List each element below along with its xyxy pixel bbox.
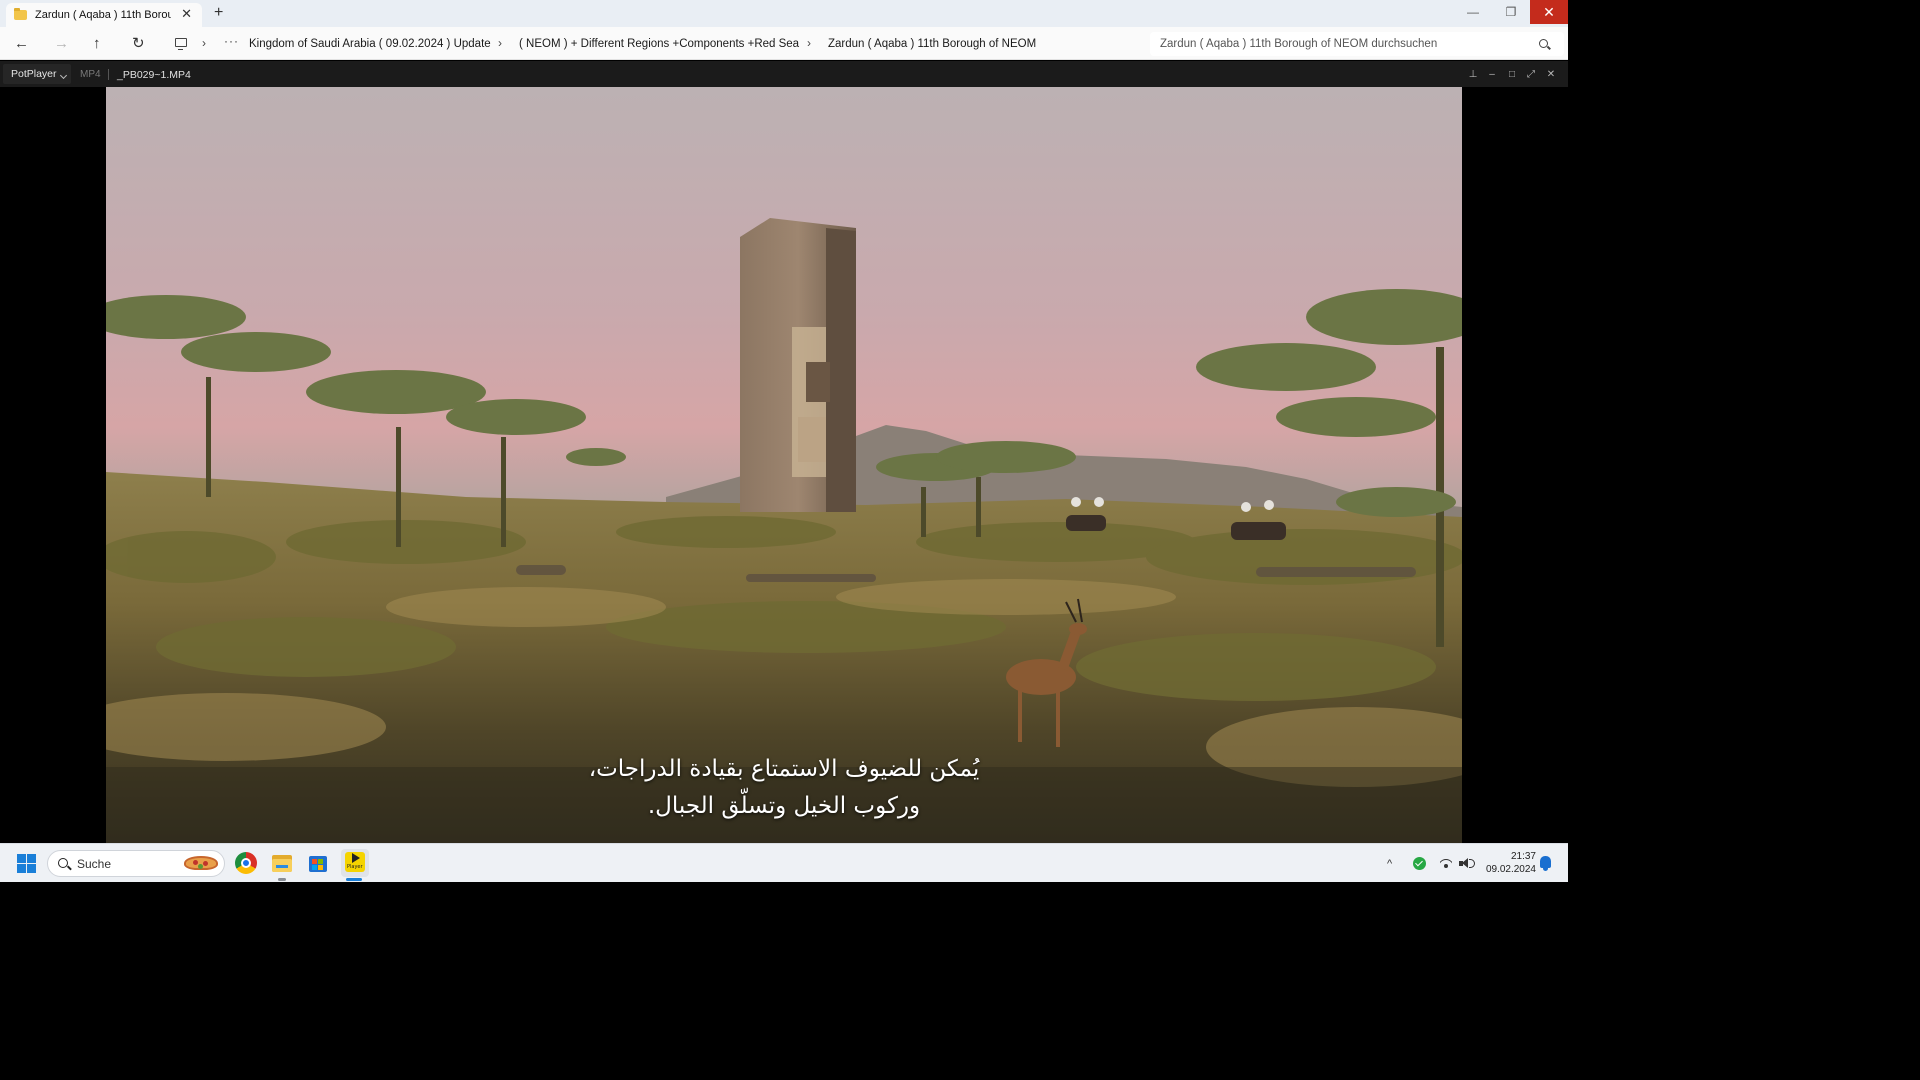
file-explorer-icon[interactable] (271, 852, 293, 874)
speaker-wave-icon (1469, 859, 1475, 868)
explorer-titlebar: Zardun ( Aqaba ) 11th Borough of NEOM ✕ … (0, 0, 1568, 27)
tab-title: Zardun ( Aqaba ) 11th Borough of NEOM (35, 9, 171, 21)
player-minimize-button[interactable]: – (1485, 67, 1499, 81)
running-indicator (278, 878, 286, 881)
explorer-tab[interactable]: Zardun ( Aqaba ) 11th Borough of NEOM ✕ (6, 3, 202, 27)
new-tab-button[interactable]: + (214, 4, 223, 22)
player-close-button[interactable]: ✕ (1544, 67, 1558, 81)
taskbar-clock[interactable]: 21:37 09.02.2024 (1482, 850, 1536, 876)
back-arrow-icon[interactable]: ← (14, 35, 29, 53)
subtitle-line-2: وركوب الخيل وتسلّق الجبال. (647, 793, 921, 819)
subtitle-overlay: يُمكن للضيوف الاستمتاع بقيادة الدراجات، … (106, 751, 1462, 825)
folder-icon (14, 8, 27, 20)
tab-close-icon[interactable]: ✕ (181, 6, 192, 22)
security-shield-icon[interactable] (1413, 857, 1426, 870)
taskbar-search-box[interactable]: Suche (47, 850, 225, 877)
this-pc-icon[interactable] (175, 38, 187, 50)
taskbar-search-label: Suche (77, 857, 112, 871)
pin-on-top-icon[interactable]: ⊥ (1466, 67, 1480, 81)
media-filename: _PB029~1.MP4 (117, 69, 191, 81)
explorer-addressbar: ← → ↑ ↻ › ··· Kingdom of Saudi Arabia ( … (0, 27, 1568, 60)
media-format-label: MP4 (80, 69, 101, 80)
window-close-button[interactable]: ✕ (1530, 0, 1568, 24)
notification-bell-icon[interactable] (1540, 856, 1551, 871)
breadcrumb-item-neom[interactable]: ( NEOM ) + Different Regions +Components… (519, 38, 799, 50)
window-restore-button[interactable]: ❐ (1492, 0, 1530, 24)
clock-time: 21:37 (1510, 851, 1536, 862)
search-icon (58, 858, 68, 868)
zardun-tower (740, 218, 856, 512)
wifi-icon[interactable] (1440, 858, 1452, 868)
video-frame[interactable]: يُمكن للضيوف الاستمتاع بقيادة الدراجات، … (106, 87, 1462, 843)
refresh-icon[interactable]: ↻ (132, 35, 145, 53)
player-header: PotPlayer MP4 _PB029~1.MP4 ⊥ – □ ⤢ ✕ (0, 61, 1568, 87)
clock-date: 09.02.2024 (1485, 864, 1536, 875)
header-divider (108, 69, 109, 80)
search-icon[interactable] (1539, 39, 1548, 48)
taskbar: Suche Player ^ 21:37 09.02.2024 (0, 843, 1568, 882)
breadcrumb-item-saudi-arabia[interactable]: Kingdom of Saudi Arabia ( 09.02.2024 ) U… (249, 38, 491, 50)
potplayer-icon[interactable]: Player (341, 849, 369, 877)
breadcrumb-more-button[interactable]: ··· (224, 34, 239, 48)
active-app-indicator (346, 878, 362, 881)
window-minimize-button[interactable]: — (1454, 0, 1492, 24)
forward-arrow-icon[interactable]: → (54, 35, 69, 53)
player-maximize-button[interactable]: □ (1505, 67, 1519, 81)
folder-search-input[interactable]: Zardun ( Aqaba ) 11th Borough of NEOM du… (1150, 32, 1564, 56)
chrome-icon[interactable] (235, 852, 257, 874)
windows-start-icon[interactable] (17, 854, 36, 873)
player-fullscreen-button[interactable]: ⤢ (1524, 67, 1538, 81)
potplayer-menu-button[interactable]: PotPlayer (3, 64, 71, 84)
search-placeholder: Zardun ( Aqaba ) 11th Borough of NEOM du… (1160, 38, 1438, 50)
chevron-right-icon[interactable]: › (202, 36, 206, 50)
breadcrumb-item-zardun[interactable]: Zardun ( Aqaba ) 11th Borough of NEOM (828, 38, 1036, 50)
microsoft-store-icon[interactable] (307, 852, 329, 874)
video-scene (106, 87, 1462, 843)
video-area[interactable]: يُمكن للضيوف الاستمتاع بقيادة الدراجات، … (0, 87, 1568, 843)
chevron-down-icon (59, 71, 68, 80)
show-hidden-icons-chevron-icon[interactable]: ^ (1387, 844, 1392, 883)
chevron-right-icon[interactable]: › (807, 36, 811, 50)
potplayer-icon-label: Player (347, 864, 363, 870)
potplayer-brand-label: PotPlayer (11, 68, 57, 80)
subtitle-line-1: يُمكن للضيوف الاستمتاع بقيادة الدراجات، (588, 756, 980, 782)
up-arrow-icon[interactable]: ↑ (93, 35, 101, 53)
chevron-right-icon[interactable]: › (498, 36, 502, 50)
breadcrumb[interactable]: › ··· Kingdom of Saudi Arabia ( 09.02.20… (166, 32, 1144, 56)
search-highlight-pizza-icon[interactable] (184, 856, 218, 870)
